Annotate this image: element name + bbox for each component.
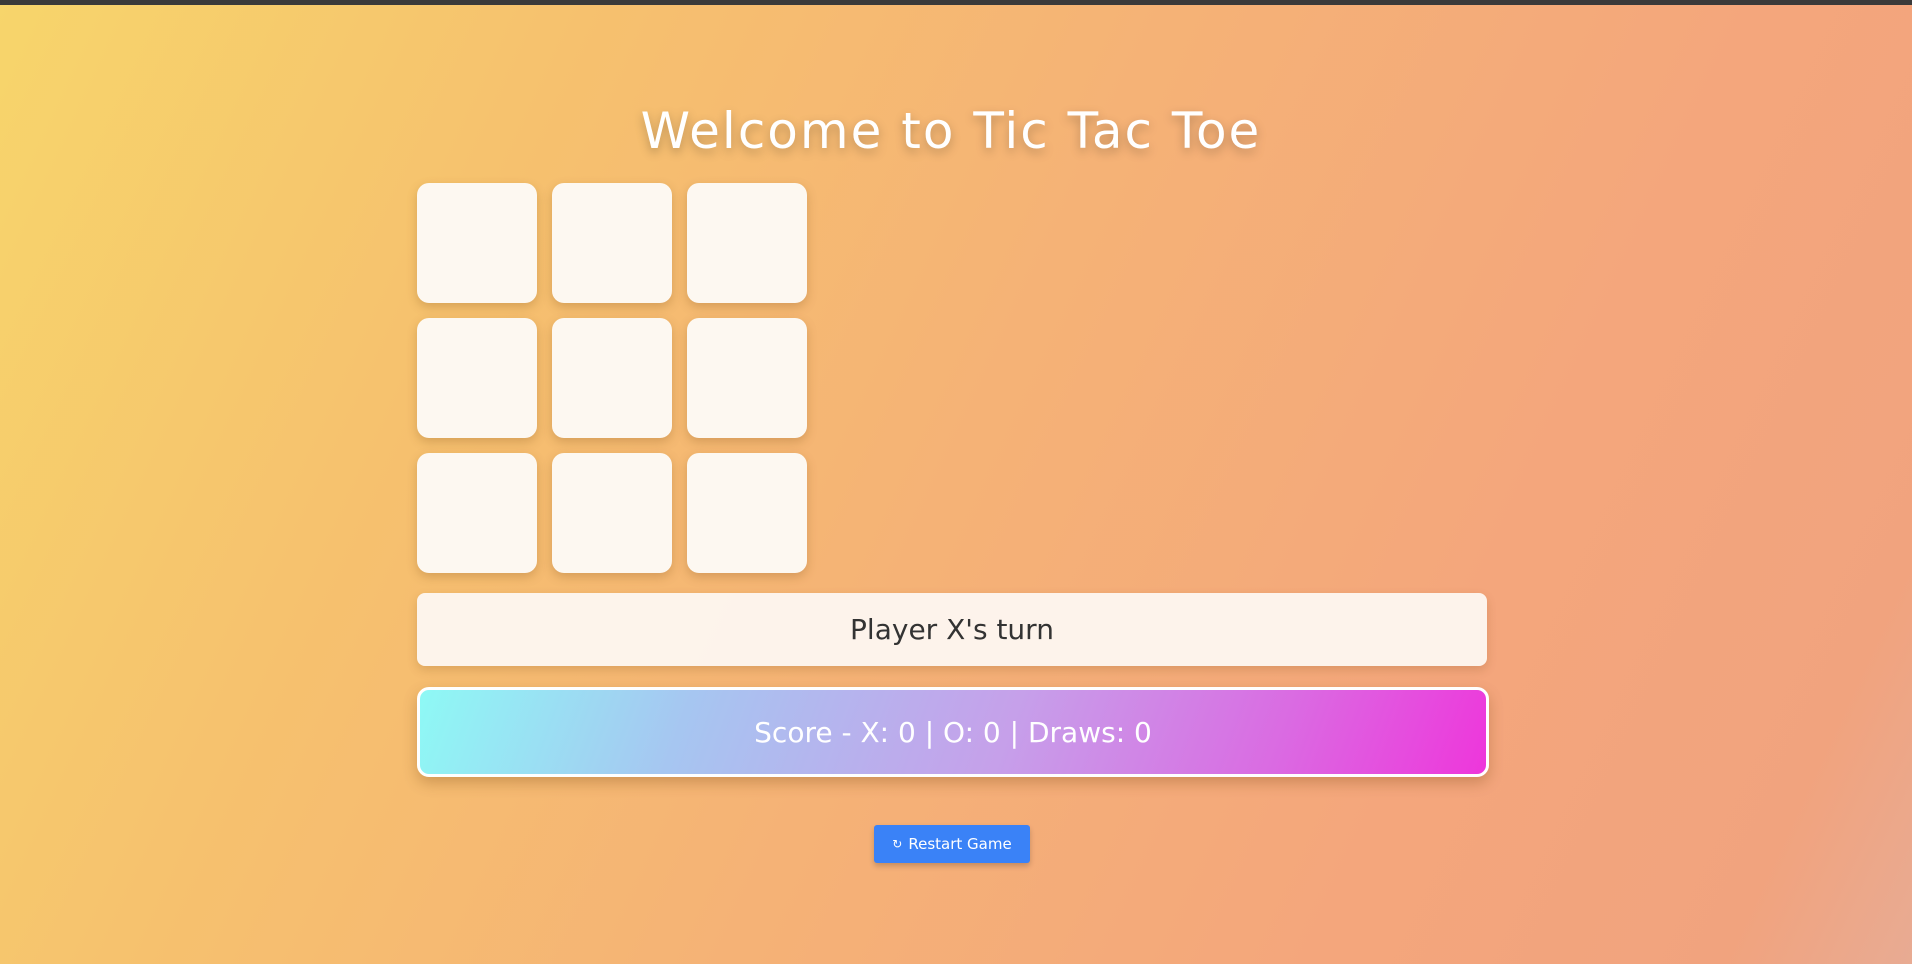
board-cell-5[interactable] (552, 318, 672, 438)
restart-game-button[interactable]: ↻ Restart Game (874, 825, 1030, 863)
board-cell-9[interactable] (687, 453, 807, 573)
board-cell-4[interactable] (417, 318, 537, 438)
board-cell-8[interactable] (552, 453, 672, 573)
board-cell-6[interactable] (687, 318, 807, 438)
board-cell-2[interactable] (552, 183, 672, 303)
scoreboard: Score - X: 0 | O: 0 | Draws: 0 (417, 687, 1489, 777)
restart-button-label: Restart Game (908, 835, 1012, 853)
board-cell-7[interactable] (417, 453, 537, 573)
refresh-icon: ↻ (892, 837, 903, 851)
board-cell-1[interactable] (417, 183, 537, 303)
page-title: Welcome to Tic Tac Toe (640, 102, 1262, 160)
score-text: Score - X: 0 | O: 0 | Draws: 0 (754, 715, 1152, 749)
game-board (417, 183, 807, 573)
turn-status-text: Player X's turn (850, 613, 1054, 646)
board-cell-3[interactable] (687, 183, 807, 303)
window-top-bar (0, 0, 1912, 5)
turn-status: Player X's turn (417, 593, 1487, 666)
